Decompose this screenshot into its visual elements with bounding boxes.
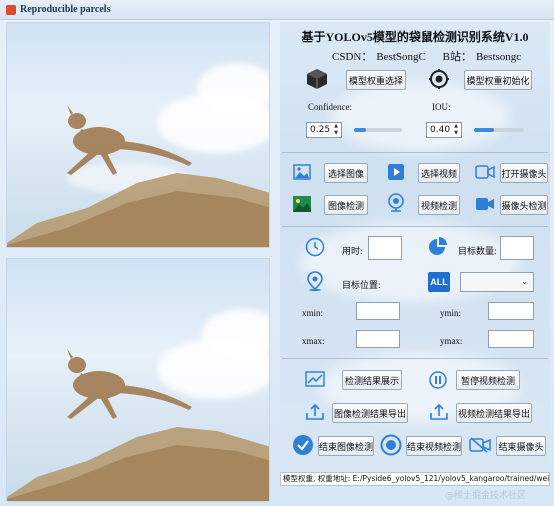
spin-arrows-icon[interactable]: ▲ ▼: [332, 123, 340, 137]
confidence-slider[interactable]: [354, 128, 402, 132]
export-video-results-button[interactable]: 视频检测结果导出: [456, 403, 532, 423]
result-image-panel: [6, 258, 270, 502]
end-image-detect-button[interactable]: 结束图像检测: [318, 436, 374, 456]
control-panel: 基于YOLOv5模型的袋鼠检测识别系统V1.0 CSDN： BestSongC B…: [280, 22, 550, 470]
ymax-label: ymax:: [440, 336, 463, 346]
kangaroo-image: [7, 105, 269, 247]
video-file-icon: [386, 162, 406, 182]
pause-icon: [428, 370, 448, 390]
divider: [282, 226, 548, 227]
original-image-panel: [6, 22, 270, 248]
kangaroo-result-image: [7, 349, 269, 501]
count-label: 目标数量:: [458, 246, 497, 256]
system-title: 基于YOLOv5模型的袋鼠检测识别系统V1.0: [301, 30, 529, 44]
ymax-field: [488, 330, 534, 348]
select-image-button[interactable]: 选择图像: [324, 163, 368, 183]
time-field: [368, 236, 402, 260]
target-select[interactable]: ⌄: [460, 272, 534, 292]
watermark: @稀土掘金技术社区: [445, 491, 527, 501]
divider: [282, 152, 548, 153]
ymin-label: ymin:: [440, 308, 462, 318]
show-results-button[interactable]: 检测结果展示: [342, 370, 402, 390]
line-chart-icon: [304, 370, 326, 388]
iou-label: IOU:: [432, 102, 451, 112]
confidence-label: Confidence:: [308, 102, 352, 112]
iou-spinbox[interactable]: 0.40 ▲ ▼: [426, 122, 462, 138]
divider: [282, 358, 548, 359]
camera-off-icon: [468, 436, 492, 454]
app-icon: [6, 5, 16, 15]
open-camera-button[interactable]: 打开摄像头: [500, 163, 548, 183]
camera-outline-icon: [474, 162, 496, 182]
csdn-label: CSDN：: [332, 51, 373, 63]
video-camera-icon: [474, 194, 496, 214]
bili-label: B站：: [442, 51, 472, 63]
status-bar: 模型权重, 权重地址: E:/Pyside6_yolov5_121/yolov5…: [280, 472, 550, 486]
pause-video-button[interactable]: 暂停视频检测: [456, 370, 520, 390]
webcam-icon: [386, 192, 406, 214]
select-weights-button[interactable]: 模型权重选择: [346, 70, 406, 90]
select-video-button[interactable]: 选择视频: [418, 163, 460, 183]
init-weights-button[interactable]: 模型权重初始化: [464, 70, 532, 90]
time-label: 用时:: [342, 246, 363, 256]
check-circle-icon: [292, 434, 314, 456]
clock-icon: [304, 236, 326, 258]
chevron-down-icon: ⌄: [521, 277, 528, 286]
bili-value: Bestsongc: [475, 51, 522, 63]
xmax-field: [356, 330, 400, 348]
spin-arrows-icon[interactable]: ▲ ▼: [452, 123, 460, 137]
pie-chart-icon: [426, 236, 448, 258]
position-label: 目标位置:: [342, 280, 381, 290]
end-camera-button[interactable]: 结束摄像头: [496, 436, 546, 456]
confidence-value: 0.25: [310, 125, 331, 135]
author-line: CSDN： BestSongC B站： Bestsongc: [332, 48, 525, 64]
xmax-label: xmax:: [302, 336, 325, 346]
upload-icon: [304, 402, 326, 422]
count-field: [500, 236, 534, 260]
ymin-field: [488, 302, 534, 320]
window-title: Reproducible parcels: [20, 4, 111, 15]
camera-detect-button[interactable]: 摄像头检测: [500, 195, 548, 215]
xmin-field: [356, 302, 400, 320]
csdn-value: BestSongC: [376, 51, 426, 63]
location-pin-icon: [304, 270, 326, 292]
image-icon: [292, 162, 312, 182]
cube-icon: [304, 66, 330, 92]
export-image-results-button[interactable]: 图像检测结果导出: [332, 403, 408, 423]
iou-slider[interactable]: [474, 128, 524, 132]
iou-value: 0.40: [430, 125, 451, 135]
title-bar: Reproducible parcels: [0, 0, 554, 20]
upload-icon: [428, 402, 450, 422]
image-detect-button[interactable]: 图像检测: [324, 195, 368, 215]
landscape-icon: [292, 194, 312, 214]
target-icon: [428, 68, 450, 90]
confidence-spinbox[interactable]: 0.25 ▲ ▼: [306, 122, 342, 138]
stop-icon: [380, 434, 402, 456]
all-icon: ALL: [428, 272, 450, 292]
end-video-detect-button[interactable]: 结束视频检测: [406, 436, 462, 456]
video-detect-button[interactable]: 视频检测: [418, 195, 460, 215]
xmin-label: xmin:: [302, 308, 324, 318]
